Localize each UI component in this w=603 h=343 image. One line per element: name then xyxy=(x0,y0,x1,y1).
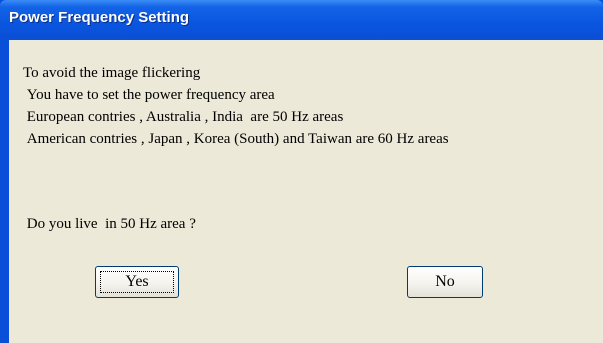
title-bar[interactable]: Power Frequency Setting xyxy=(0,0,603,40)
focus-rectangle xyxy=(100,271,174,293)
question-text: Do you live in 50 Hz area ? xyxy=(23,216,196,232)
dialog-body: To avoid the image flickering You have t… xyxy=(9,40,603,343)
message-line: American contries , Japan , Korea (South… xyxy=(23,131,449,147)
no-button[interactable]: No xyxy=(407,266,483,298)
window-title: Power Frequency Setting xyxy=(9,9,190,26)
message-line: European contries , Australia , India ar… xyxy=(23,109,344,125)
message-text: To avoid the image flickering You have t… xyxy=(23,62,583,150)
message-line: To avoid the image flickering xyxy=(23,65,201,81)
no-button-label: No xyxy=(435,273,455,290)
dialog-window: Power Frequency Setting To avoid the ima… xyxy=(0,0,603,343)
message-line: You have to set the power frequency area xyxy=(23,87,275,103)
yes-button[interactable]: Yes xyxy=(95,266,179,298)
